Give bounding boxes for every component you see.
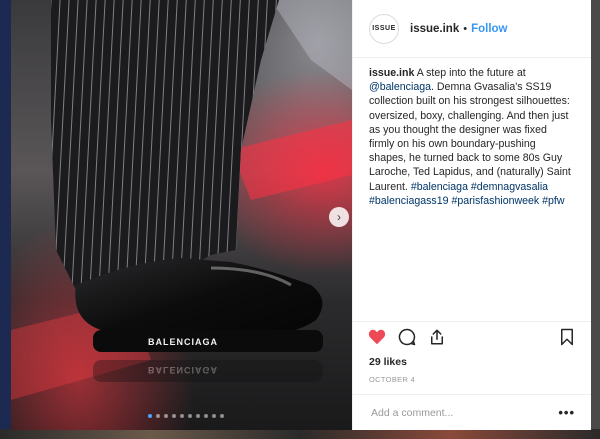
- carousel-dot: [196, 414, 200, 418]
- post-header: ISSUE issue.ink • Follow: [353, 0, 591, 58]
- post-side-panel: ISSUE issue.ink • Follow issue.ink A ste…: [352, 0, 591, 430]
- carousel-dot: [220, 414, 224, 418]
- carousel-indicator: [148, 414, 224, 418]
- photo-illustration: BALENCIAGA BALENCIAGA: [11, 0, 352, 400]
- shoe-brand-text: BALENCIAGA: [148, 337, 218, 347]
- carousel-dot: [156, 414, 160, 418]
- likes-count[interactable]: 29 likes: [353, 352, 591, 368]
- carousel-dot: [188, 414, 192, 418]
- comment-bar: •••: [353, 394, 591, 430]
- caption-mention-link[interactable]: @balenciaga: [369, 81, 431, 93]
- carousel-dot: [180, 414, 184, 418]
- comment-input[interactable]: [369, 405, 559, 420]
- carousel-dot: [204, 414, 208, 418]
- post-date: OCTOBER 4: [369, 375, 416, 384]
- shoe-brand-reflection: BALENCIAGA: [148, 365, 218, 375]
- share-icon[interactable]: [427, 327, 447, 347]
- carousel-dot: [148, 414, 152, 418]
- caption-username[interactable]: issue.ink: [369, 67, 414, 79]
- next-photo-button[interactable]: ›: [329, 207, 349, 227]
- post-photo[interactable]: BALENCIAGA BALENCIAGA ›: [11, 0, 352, 430]
- carousel-dot: [172, 414, 176, 418]
- caption-body: . Demna Gvasalia's SS19 collection built…: [369, 81, 571, 193]
- comment-icon[interactable]: [397, 327, 417, 347]
- avatar-logo-text: ISSUE: [372, 25, 396, 32]
- post-caption: issue.ink A step into the future at @bal…: [353, 58, 591, 319]
- header-separator: •: [463, 22, 468, 35]
- post-actions: [353, 321, 591, 352]
- carousel-dot: [212, 414, 216, 418]
- bookmark-icon[interactable]: [557, 327, 577, 347]
- more-options-icon[interactable]: •••: [558, 405, 575, 420]
- avatar[interactable]: ISSUE: [369, 13, 399, 44]
- heart-icon[interactable]: [367, 327, 387, 347]
- username-link[interactable]: issue.ink: [410, 23, 459, 35]
- post-modal: BALENCIAGA BALENCIAGA › ISSUE issue.ink …: [11, 0, 591, 430]
- carousel-dot: [164, 414, 168, 418]
- chevron-right-icon: ›: [337, 210, 341, 224]
- caption-intro: A step into the future at: [416, 67, 526, 79]
- follow-button[interactable]: Follow: [471, 23, 507, 35]
